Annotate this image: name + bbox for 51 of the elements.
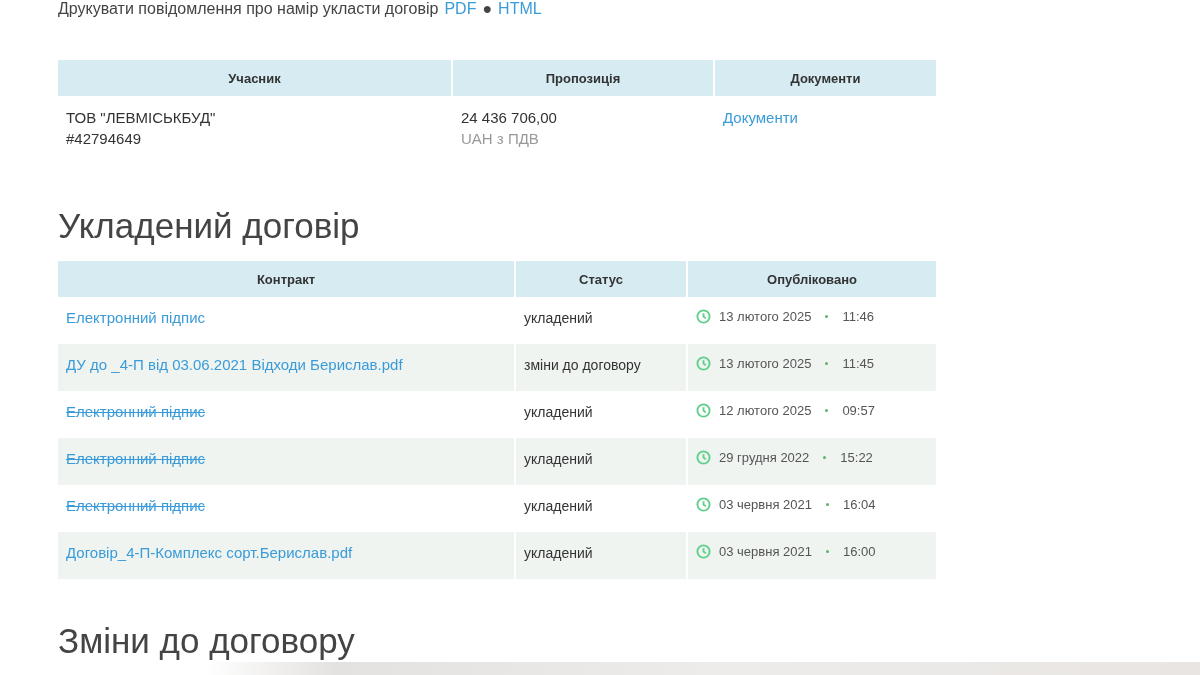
currency-label: UAH з ПДВ [461, 129, 540, 149]
clock-icon [696, 497, 711, 512]
published-date: 13 лютого 2025 [719, 356, 812, 371]
published-time: 11:46 [842, 309, 874, 324]
pdf-link[interactable]: PDF [444, 0, 477, 18]
contract-file-link[interactable]: Електронний підпис [66, 403, 206, 420]
published-date: 03 червня 2021 [719, 497, 812, 512]
contract-file-link[interactable]: Електронний підпис [66, 497, 206, 514]
published-time: 15:22 [840, 450, 873, 465]
published-date: 03 червня 2021 [719, 544, 812, 559]
published-date: 13 лютого 2025 [719, 309, 812, 324]
contract-file-link[interactable]: Електронний підпис [66, 309, 206, 326]
status-text: укладений [524, 309, 594, 327]
clock-icon [696, 403, 711, 418]
section-heading: Зміни до договору [58, 620, 356, 662]
participant-name: ТОВ "ЛЕВМІСЬКБУД" [66, 108, 217, 128]
clock-icon [696, 356, 711, 371]
column-header: Контракт [58, 261, 514, 297]
documents-link[interactable]: Документи [723, 109, 798, 126]
clock-icon [696, 450, 711, 465]
html-link[interactable]: HTML [498, 0, 542, 18]
status-text: укладений [524, 450, 594, 468]
dot-icon [825, 409, 829, 412]
published-time: 16:00 [842, 544, 876, 559]
dot-icon [825, 503, 829, 506]
participant-code: #42794649 [66, 129, 143, 149]
section-heading: Укладений договір [58, 205, 361, 247]
clock-icon [696, 309, 711, 324]
dot-icon [825, 315, 829, 318]
column-header: Документи [715, 60, 936, 96]
dot-icon [825, 362, 829, 365]
status-text: укладений [524, 497, 594, 515]
dot-icon [823, 456, 827, 459]
column-header: Опубліковано [688, 261, 936, 297]
published-date: 12 лютого 2025 [719, 403, 812, 418]
column-header: Статус [516, 261, 686, 297]
clock-icon [696, 544, 711, 559]
status-text: зміни до договору [524, 356, 642, 374]
column-header: Пропозиція [453, 60, 713, 96]
offer-amount: 24 436 706,00 [461, 108, 558, 128]
published-time: 11:45 [842, 356, 874, 371]
status-text: укладений [524, 403, 594, 421]
column-header: Учасник [58, 60, 451, 96]
separator-dot: ● [482, 0, 493, 18]
published-time: 09:57 [842, 403, 875, 418]
contract-file-link[interactable]: Електронний підпис [66, 450, 206, 467]
dot-icon [825, 550, 829, 553]
published-date: 29 грудня 2022 [719, 450, 810, 465]
status-text: укладений [524, 544, 594, 562]
print-notice-text: Друкувати повідомлення про намір укласти договір [58, 0, 439, 18]
published-time: 16:04 [842, 497, 876, 512]
